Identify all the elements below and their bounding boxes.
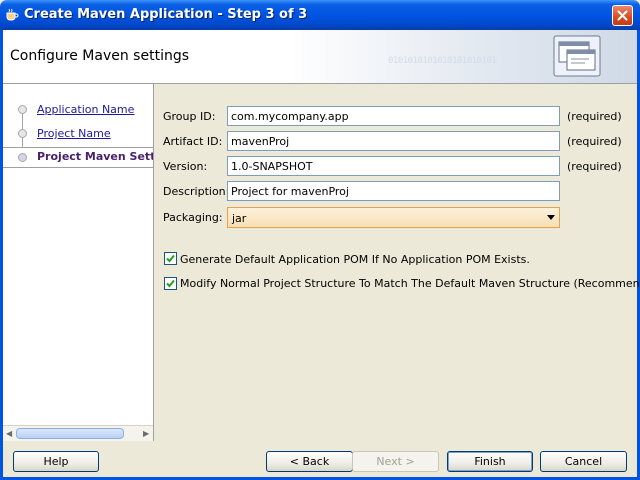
- modify-structure-checkbox[interactable]: [164, 277, 177, 290]
- help-button[interactable]: Help: [13, 451, 99, 472]
- artifact-id-label: Artifact ID:: [163, 135, 223, 148]
- scroll-left-icon[interactable]: ◀: [6, 429, 12, 438]
- packaging-label: Packaging:: [163, 211, 223, 224]
- group-id-required-hint: (required): [567, 110, 622, 123]
- window-title: Create Maven Application - Step 3 of 3: [24, 7, 308, 22]
- modify-structure-label[interactable]: Modify Normal Project Structure To Match…: [180, 277, 640, 290]
- next-button[interactable]: Next >: [352, 451, 439, 472]
- nav-step-project-maven-settings[interactable]: Project Maven Settin: [37, 150, 153, 163]
- page-title: Configure Maven settings: [10, 48, 190, 64]
- back-button[interactable]: < Back: [266, 451, 353, 472]
- wizard-steps-panel: Application Name Project Name Project Ma…: [3, 84, 154, 441]
- scroll-right-icon[interactable]: ▶: [143, 429, 149, 438]
- packaging-select[interactable]: jar: [227, 207, 560, 228]
- nav-step-application-name[interactable]: Application Name: [37, 103, 134, 116]
- checkmark-icon: [166, 279, 175, 288]
- version-input[interactable]: 1.0-SNAPSHOT: [227, 156, 560, 176]
- nav-step-project-name[interactable]: Project Name: [37, 127, 111, 140]
- binary-watermark: 0101010101010101010101: [388, 56, 497, 66]
- step-dot-icon: [18, 105, 27, 114]
- artifact-id-input[interactable]: mavenProj: [227, 131, 560, 151]
- dialog-windows-icon: [553, 35, 601, 77]
- generate-pom-label[interactable]: Generate Default Application POM If No A…: [180, 253, 530, 266]
- close-button[interactable]: [612, 5, 633, 26]
- finish-button[interactable]: Finish: [447, 451, 533, 472]
- description-input[interactable]: Project for mavenProj: [227, 181, 560, 201]
- title-bar[interactable]: Create Maven Application - Step 3 of 3: [0, 0, 640, 30]
- cancel-button[interactable]: Cancel: [540, 451, 627, 472]
- packaging-selected-value: jar: [232, 212, 247, 225]
- description-label: Description:: [163, 185, 230, 198]
- group-id-label: Group ID:: [163, 110, 216, 123]
- checkmark-icon: [166, 254, 175, 263]
- current-step-dot-icon: [18, 153, 27, 162]
- artifact-id-required-hint: (required): [567, 135, 622, 148]
- wizard-header: Configure Maven settings 010101010101010…: [3, 30, 637, 84]
- group-id-input[interactable]: com.mycompany.app: [227, 106, 560, 126]
- version-required-hint: (required): [567, 160, 622, 173]
- close-icon: [617, 10, 628, 21]
- version-label: Version:: [163, 160, 208, 173]
- step-dot-icon: [18, 129, 27, 138]
- chevron-down-icon[interactable]: [547, 215, 555, 220]
- coffee-cup-icon: [6, 8, 19, 21]
- scrollbar-thumb[interactable]: [16, 428, 124, 439]
- generate-pom-checkbox[interactable]: [164, 252, 177, 265]
- steps-horizontal-scrollbar[interactable]: ◀ ▶: [3, 425, 153, 441]
